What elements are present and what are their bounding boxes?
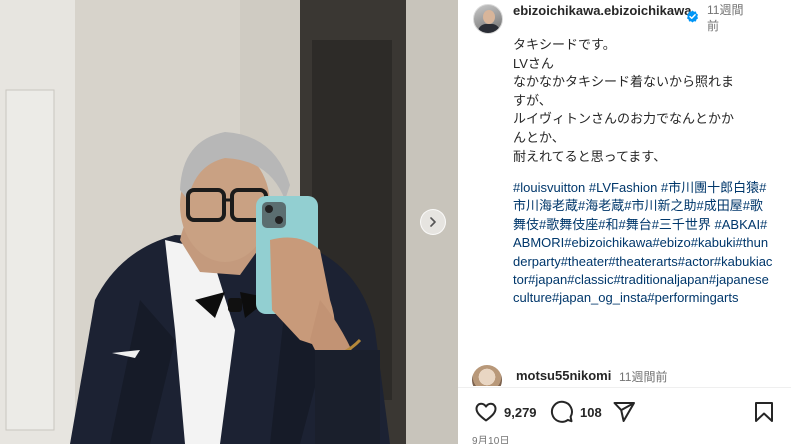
commenter-username[interactable]: motsu55nikomi — [516, 368, 611, 383]
comment-time[interactable]: 11週間前 — [619, 368, 667, 385]
mirror-selfie-image — [0, 0, 458, 444]
paper-plane-icon — [613, 402, 635, 422]
caption-line: ルイヴィトンさんのお力でなんとかか んとか、 — [513, 111, 735, 145]
commenter-avatar[interactable] — [472, 365, 502, 386]
caption-line: タキシードです。 — [513, 37, 616, 52]
heart-icon — [475, 402, 497, 422]
post-caption-area: ebizoichikawa.ebizoichikawa 11週間前 タキシードで… — [458, 0, 791, 360]
comment-bubble-icon — [550, 400, 573, 423]
post-caption: タキシードです。 LVさん なかなかタキシード着ないから照れま すが、 ルイヴィ… — [513, 36, 773, 166]
post-sidebar: ebizoichikawa.ebizoichikawa 11週間前 タキシードで… — [458, 0, 791, 444]
verified-badge-icon — [686, 10, 699, 23]
post-date[interactable]: 9月10日 — [472, 432, 510, 444]
bookmark-icon — [755, 402, 773, 422]
author-avatar[interactable] — [473, 4, 503, 34]
comment-button[interactable] — [550, 400, 574, 424]
next-photo-button[interactable] — [420, 209, 446, 235]
post-time[interactable]: 11週間前 — [707, 2, 747, 34]
caption-line: 耐えれてると思ってます、 — [513, 148, 667, 164]
comment-item: motsu55nikomi 11週間前 — [458, 360, 791, 386]
post-actions-bar: 9,279 108 — [458, 396, 791, 430]
like-count[interactable]: 9,279 — [504, 405, 537, 420]
like-button[interactable] — [474, 400, 498, 424]
save-button[interactable] — [752, 400, 776, 424]
caption-line: なかなかタキシード着ないから照れま すが、 — [513, 74, 735, 108]
post-photo — [0, 0, 458, 444]
caption-line: LVさん — [513, 55, 554, 71]
comment-count[interactable]: 108 — [580, 405, 602, 420]
chevron-right-icon — [430, 217, 436, 227]
post-hashtags[interactable]: #louisvuitton #LVFashion #市川團十郎白猿#市川海老蔵#… — [513, 179, 775, 308]
share-button[interactable] — [612, 400, 636, 424]
author-username[interactable]: ebizoichikawa.ebizoichikawa — [513, 3, 693, 19]
divider — [458, 387, 791, 388]
